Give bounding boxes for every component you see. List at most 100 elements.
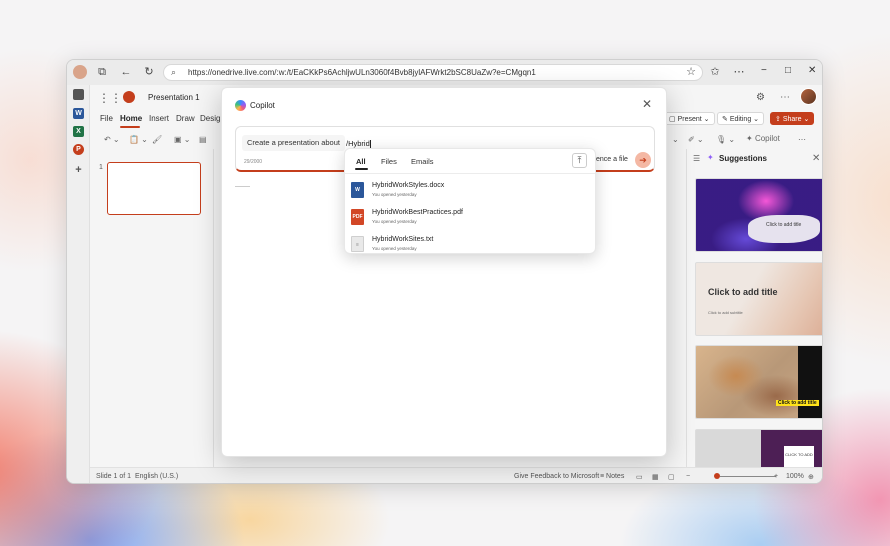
more-icon[interactable]: ⋯ — [732, 65, 746, 79]
more-options-icon[interactable]: ⋯ — [780, 92, 790, 103]
zoom-in-icon[interactable]: + — [774, 473, 778, 480]
tab-insert[interactable]: Insert — [149, 114, 169, 123]
zoom-slider[interactable] — [720, 476, 776, 477]
prompt-value: /Hybrid — [346, 139, 370, 148]
reading-view-icon[interactable]: ▢ — [668, 473, 675, 481]
language[interactable]: English (U.S.) — [135, 473, 178, 480]
share-label: Share — [782, 116, 802, 123]
divider — [345, 173, 595, 174]
list-item[interactable]: ≡ HybridWorkSites.txt You opened yesterd… — [350, 232, 590, 256]
text-file-icon: ≡ — [351, 236, 364, 252]
sorter-view-icon[interactable]: ▦ — [652, 473, 659, 481]
close-icon[interactable]: ✕ — [642, 97, 652, 111]
powerpoint-icon[interactable]: P — [73, 144, 84, 155]
sidebar-tab-icon[interactable] — [73, 89, 84, 100]
copilot-ribbon-label: Copilot — [754, 134, 780, 143]
zoom-out-icon[interactable]: − — [686, 473, 690, 480]
refresh-icon[interactable]: ↻ — [142, 65, 156, 79]
slide-thumbnail[interactable] — [107, 162, 201, 215]
minimize-button[interactable]: − — [761, 65, 767, 76]
word-icon[interactable]: W — [73, 108, 84, 119]
file-reference-dropdown: All Files Emails ⤒ W HybridWorkStyles.do… — [344, 148, 596, 254]
copilot-button[interactable]: ✦ Copilot — [746, 134, 780, 143]
card-text: Click to add title — [776, 400, 819, 406]
settings-icon[interactable]: ⚙ — [756, 92, 765, 103]
address-bar[interactable]: ⌕ https://onedrive.live.com/:w:/t/EaCKkP… — [163, 64, 703, 81]
list-item[interactable]: W HybridWorkStyles.docx You opened yeste… — [350, 178, 590, 202]
tab-files[interactable]: Files — [381, 157, 397, 166]
star-icon[interactable]: ✩ — [708, 65, 722, 79]
chevron-down-icon[interactable]: ⌄ — [672, 135, 679, 144]
document-title[interactable]: Presentation 1 — [148, 93, 200, 102]
file-name: HybridWorkBestPractices.pdf — [372, 209, 463, 216]
copilot-dialog: Copilot ✕ Create a presentation about /H… — [221, 87, 667, 457]
designer-logo-icon: ✦ — [707, 153, 714, 162]
feedback-link[interactable]: Give Feedback to Microsoft — [514, 473, 599, 480]
notes-label: Notes — [606, 473, 625, 480]
editing-button[interactable]: ✎ Editing ⌄ — [717, 112, 765, 125]
avatar[interactable] — [800, 88, 817, 105]
notes-button[interactable]: ≡ Notes — [600, 473, 624, 480]
tab-draw[interactable]: Draw — [176, 114, 195, 123]
paste-icon[interactable]: 📋 ⌄ — [129, 135, 148, 144]
slide-number: 1 — [99, 164, 103, 171]
maximize-button[interactable]: □ — [785, 65, 791, 76]
share-button[interactable]: ⇪ Share ⌄ — [770, 112, 815, 125]
tabs-icon[interactable]: ⧉ — [95, 65, 109, 79]
reference-file-text[interactable]: ence a file — [596, 156, 628, 163]
overflow-icon[interactable]: ⋯ — [798, 135, 806, 144]
excel-icon[interactable]: X — [73, 126, 84, 137]
card-text: Click to add title — [766, 222, 802, 228]
list-item[interactable]: PDF HybridWorkBestPractices.pdf You open… — [350, 205, 590, 229]
powerpoint-logo — [123, 91, 135, 103]
active-tab-indicator — [120, 126, 140, 128]
file-name: HybridWorkStyles.docx — [372, 182, 445, 189]
upload-icon[interactable]: ⤒ — [572, 153, 587, 168]
list-icon[interactable]: ☰ — [693, 154, 700, 163]
add-icon[interactable]: + — [73, 165, 84, 176]
card-subtitle: Click to add subtitle — [708, 310, 743, 315]
format-painter-icon[interactable]: 🖌 — [152, 135, 162, 144]
prompt-chip[interactable]: Create a presentation about — [242, 135, 345, 151]
dark-panel — [798, 346, 822, 418]
word-file-icon: W — [351, 182, 364, 198]
new-slide-icon[interactable]: ▣ ⌄ — [174, 135, 190, 144]
zoom-slider-thumb[interactable] — [714, 473, 720, 479]
undo-icon[interactable]: ↶ ⌄ — [104, 135, 120, 144]
favorite-icon[interactable]: ☆ — [684, 65, 698, 79]
designer-icon[interactable]: ✐ ⌄ — [688, 135, 704, 144]
file-meta: You opened yesterday — [372, 246, 417, 251]
close-window-button[interactable]: ✕ — [808, 65, 816, 76]
back-icon[interactable]: ← — [119, 65, 133, 79]
layout-icon[interactable]: ▤ — [199, 135, 207, 144]
status-bar: Slide 1 of 1 English (U.S.) Give Feedbac… — [90, 467, 822, 483]
file-meta: You opened yesterday — [372, 219, 417, 224]
copilot-logo-icon — [235, 100, 246, 111]
design-suggestion-card[interactable]: CLICK TO ADD — [695, 429, 822, 469]
edge-sidebar: W X P + — [67, 85, 90, 483]
tab-all[interactable]: All — [356, 157, 366, 166]
design-suggestion-card[interactable]: Click to add title Click to add subtitle — [695, 262, 822, 336]
present-button[interactable]: ▢ Present ⌄ — [664, 112, 715, 125]
suggestions-title: Suggestions — [719, 154, 768, 163]
normal-view-icon[interactable]: ▭ — [636, 473, 643, 481]
search-icon: ⌕ — [171, 67, 177, 77]
design-suggestion-card[interactable]: Click to add title — [695, 345, 822, 419]
zoom-level[interactable]: 100% — [786, 473, 804, 480]
send-button[interactable]: ➔ — [635, 152, 651, 168]
present-label: Present — [677, 116, 702, 123]
dictate-icon[interactable]: 🎙 ⌄ — [716, 135, 735, 144]
suggestions-header: ☰ ✦ Suggestions ✕ — [687, 149, 822, 167]
card-title: Click to add title — [708, 287, 778, 297]
profile-icon[interactable] — [73, 65, 87, 79]
active-tab-indicator — [355, 168, 368, 170]
tab-emails[interactable]: Emails — [411, 157, 434, 166]
close-icon[interactable]: ✕ — [812, 153, 820, 164]
tab-file[interactable]: File — [100, 114, 113, 123]
design-suggestion-card[interactable]: Click to add title — [695, 178, 822, 252]
suggestions-pane: ☰ ✦ Suggestions ✕ Click to add title Cli… — [686, 149, 822, 469]
editing-label: Editing — [729, 116, 752, 123]
file-name: HybridWorkSites.txt — [372, 236, 434, 243]
tab-home[interactable]: Home — [120, 114, 142, 123]
fit-to-window-icon[interactable]: ⊕ — [808, 473, 814, 481]
